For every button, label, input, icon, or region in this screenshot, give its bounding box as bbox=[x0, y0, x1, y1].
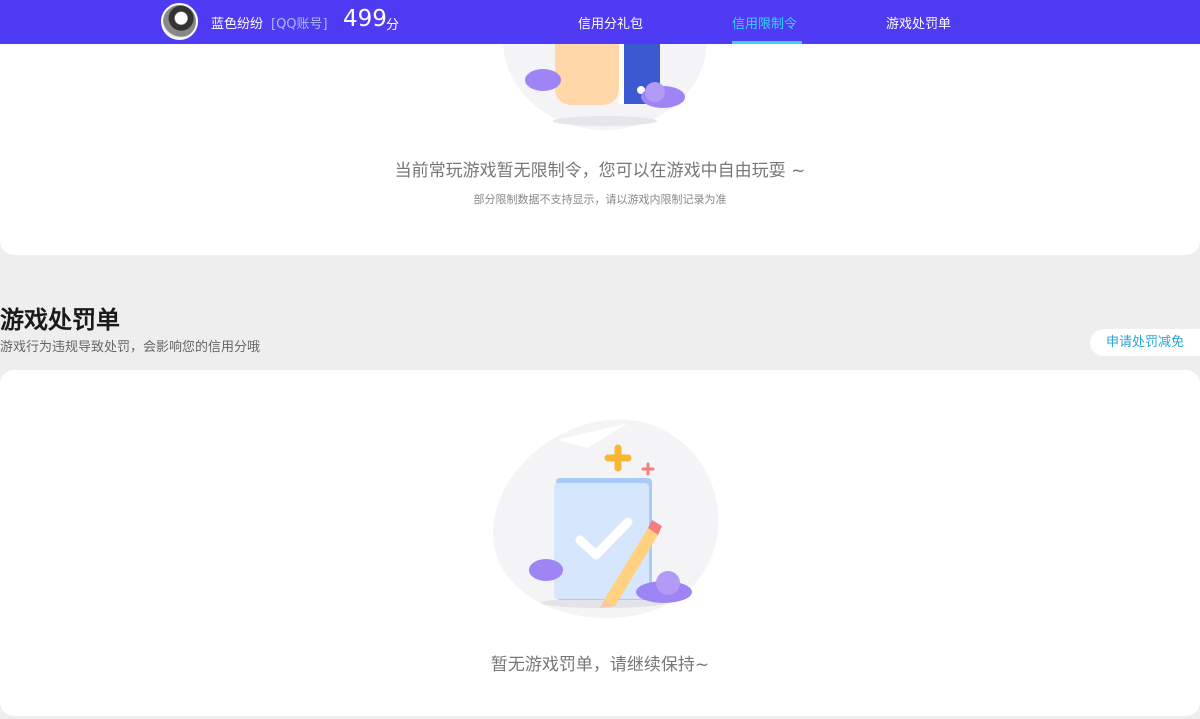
credit-score: 499 bbox=[343, 6, 387, 32]
avatar[interactable] bbox=[161, 3, 198, 40]
active-tab-indicator bbox=[732, 41, 802, 44]
tab-credit-gift[interactable]: 信用分礼包 bbox=[578, 13, 643, 32]
no-penalty-message: 暂无游戏罚单，请继续保持~ bbox=[490, 655, 710, 675]
restriction-note: 部分限制数据不支持显示，请以游戏内限制记录为准 bbox=[473, 193, 727, 206]
tab-game-penalty[interactable]: 游戏处罚单 bbox=[886, 13, 951, 32]
tab-credit-restriction[interactable]: 信用限制令 bbox=[732, 13, 797, 32]
no-restriction-message: 当前常玩游戏暂无限制令，您可以在游戏中自由玩耍 ~ bbox=[394, 161, 806, 181]
section-subtitle: 游戏行为违规导致处罚，会影响您的信用分哦 bbox=[0, 340, 261, 355]
top-header: 蓝色纷纷 [QQ账号] 499 分 信用分礼包 信用限制令 游戏处罚单 bbox=[0, 0, 1200, 44]
apply-penalty-reduction-button[interactable]: 申请处罚减免 bbox=[1090, 329, 1200, 356]
account-type: [QQ账号] bbox=[271, 17, 328, 32]
section-title: 游戏处罚单 bbox=[0, 306, 120, 334]
username: 蓝色纷纷 bbox=[211, 17, 264, 32]
score-unit: 分 bbox=[386, 18, 400, 33]
folder-pencil-illustration bbox=[493, 419, 719, 618]
